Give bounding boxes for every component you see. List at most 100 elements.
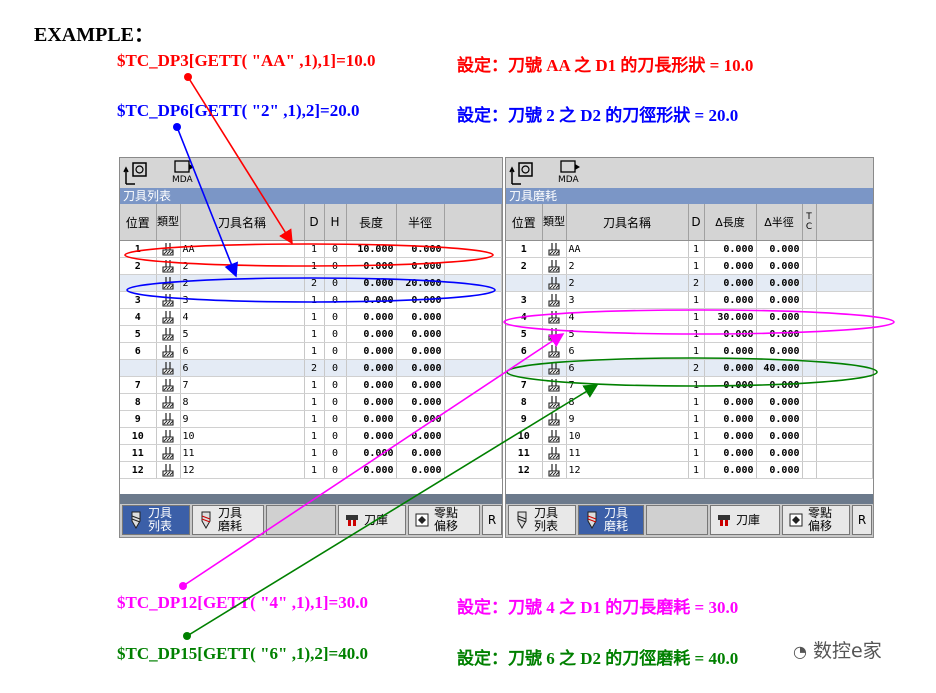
cell-delta-radius[interactable]: 0.000 [756, 257, 803, 275]
softkey-work-offset[interactable]: 零點 偏移 [408, 505, 480, 535]
cell-delta-radius[interactable]: 0.000 [756, 240, 803, 258]
cell-length[interactable]: 0.000 [346, 342, 397, 360]
horizontal-scrollbar[interactable] [506, 494, 873, 504]
table-row[interactable]: 3 3 1 0.000 0.000 [506, 291, 873, 309]
cell-d[interactable]: 2 [304, 359, 325, 377]
table-row[interactable]: 9 9 1 0 0.000 0.000 [120, 410, 502, 428]
cell-h[interactable]: 0 [324, 461, 347, 479]
cell-d[interactable]: 1 [688, 376, 705, 394]
table-row[interactable]: 10 10 1 0.000 0.000 [506, 427, 873, 445]
cell-delta-length[interactable]: 0.000 [704, 325, 757, 343]
cell-length[interactable]: 0.000 [346, 325, 397, 343]
cell-radius[interactable]: 0.000 [396, 240, 445, 258]
cell-h[interactable]: 0 [324, 393, 347, 411]
cell-delta-length[interactable]: 0.000 [704, 427, 757, 445]
table-row[interactable]: 5 5 1 0.000 0.000 [506, 325, 873, 343]
cell-h[interactable]: 0 [324, 291, 347, 309]
cell-d[interactable]: 1 [304, 257, 325, 275]
softkey-tool-wear[interactable]: 刀具 磨耗 [578, 505, 644, 535]
cell-d[interactable]: 2 [688, 274, 705, 292]
table-row[interactable]: 7 7 1 0 0.000 0.000 [120, 376, 502, 394]
cell-d[interactable]: 1 [688, 342, 705, 360]
table-row[interactable]: 6 6 1 0.000 0.000 [506, 342, 873, 360]
cell-d[interactable]: 1 [688, 427, 705, 445]
horizontal-scrollbar[interactable] [120, 494, 502, 504]
cell-length[interactable]: 10.000 [346, 240, 397, 258]
cell-delta-length[interactable]: 0.000 [704, 257, 757, 275]
cell-delta-length[interactable]: 30.000 [704, 308, 757, 326]
softkey-r[interactable]: R [852, 505, 872, 535]
cell-radius[interactable]: 0.000 [396, 410, 445, 428]
table-row[interactable]: 11 11 1 0.000 0.000 [506, 444, 873, 462]
cell-h[interactable]: 0 [324, 274, 347, 292]
cell-d[interactable]: 1 [304, 393, 325, 411]
cell-length[interactable]: 0.000 [346, 376, 397, 394]
cell-radius[interactable]: 0.000 [396, 291, 445, 309]
softkey-tool-list[interactable]: 刀具 列表 [122, 505, 190, 535]
cell-delta-radius[interactable]: 0.000 [756, 461, 803, 479]
cell-d[interactable]: 1 [304, 308, 325, 326]
cell-h[interactable]: 0 [324, 308, 347, 326]
cell-radius[interactable]: 0.000 [396, 257, 445, 275]
cell-d[interactable]: 1 [688, 308, 705, 326]
table-row[interactable]: 6 2 0.000 40.000 [506, 359, 873, 377]
cell-h[interactable]: 0 [324, 427, 347, 445]
cell-h[interactable]: 0 [324, 359, 347, 377]
cell-h[interactable]: 0 [324, 410, 347, 428]
softkey-empty[interactable] [266, 505, 336, 535]
table-row[interactable]: 12 12 1 0.000 0.000 [506, 461, 873, 479]
cell-length[interactable]: 0.000 [346, 308, 397, 326]
softkey-magazine[interactable]: 刀庫 [710, 505, 780, 535]
table-row[interactable]: 4 4 1 30.000 0.000 [506, 308, 873, 326]
cell-delta-radius[interactable]: 0.000 [756, 308, 803, 326]
table-row[interactable]: 1 AA 1 0.000 0.000 [506, 240, 873, 258]
table-row[interactable]: 10 10 1 0 0.000 0.000 [120, 427, 502, 445]
cell-d[interactable]: 1 [304, 325, 325, 343]
table-row[interactable]: 6 2 0 0.000 0.000 [120, 359, 502, 377]
table-row[interactable]: 2 2 1 0.000 0.000 [506, 257, 873, 275]
cell-radius[interactable]: 0.000 [396, 461, 445, 479]
cell-delta-length[interactable]: 0.000 [704, 359, 757, 377]
cell-delta-radius[interactable]: 0.000 [756, 274, 803, 292]
table-row[interactable]: 9 9 1 0.000 0.000 [506, 410, 873, 428]
cell-delta-length[interactable]: 0.000 [704, 376, 757, 394]
cell-h[interactable]: 0 [324, 240, 347, 258]
cell-d[interactable]: 1 [688, 257, 705, 275]
table-row[interactable]: 2 2 0.000 0.000 [506, 274, 873, 292]
cell-delta-length[interactable]: 0.000 [704, 444, 757, 462]
cell-delta-radius[interactable]: 40.000 [756, 359, 803, 377]
cell-h[interactable]: 0 [324, 257, 347, 275]
cell-length[interactable]: 0.000 [346, 274, 397, 292]
cell-length[interactable]: 0.000 [346, 291, 397, 309]
cell-d[interactable]: 1 [304, 240, 325, 258]
cell-delta-length[interactable]: 0.000 [704, 410, 757, 428]
cell-length[interactable]: 0.000 [346, 359, 397, 377]
cell-d[interactable]: 2 [688, 359, 705, 377]
cell-delta-length[interactable]: 0.000 [704, 291, 757, 309]
cell-d[interactable]: 1 [304, 376, 325, 394]
table-row[interactable]: 4 4 1 0 0.000 0.000 [120, 308, 502, 326]
cell-d[interactable]: 1 [304, 461, 325, 479]
softkey-empty[interactable] [646, 505, 708, 535]
cell-d[interactable]: 1 [304, 342, 325, 360]
softkey-work-offset[interactable]: 零點 偏移 [782, 505, 850, 535]
cell-d[interactable]: 1 [688, 410, 705, 428]
cell-delta-length[interactable]: 0.000 [704, 393, 757, 411]
cell-radius[interactable]: 0.000 [396, 427, 445, 445]
cell-h[interactable]: 0 [324, 342, 347, 360]
cell-d[interactable]: 1 [304, 427, 325, 445]
table-row[interactable]: 1 AA 1 0 10.000 0.000 [120, 240, 502, 258]
cell-length[interactable]: 0.000 [346, 461, 397, 479]
cell-radius[interactable]: 0.000 [396, 376, 445, 394]
machine-axis-icon[interactable] [509, 160, 535, 186]
cell-radius[interactable]: 0.000 [396, 393, 445, 411]
softkey-tool-wear[interactable]: 刀具 磨耗 [192, 505, 264, 535]
softkey-tool-list[interactable]: 刀具 列表 [508, 505, 576, 535]
table-row[interactable]: 3 3 1 0 0.000 0.000 [120, 291, 502, 309]
table-row[interactable]: 5 5 1 0 0.000 0.000 [120, 325, 502, 343]
cell-length[interactable]: 0.000 [346, 410, 397, 428]
cell-delta-radius[interactable]: 0.000 [756, 291, 803, 309]
cell-length[interactable]: 0.000 [346, 393, 397, 411]
cell-radius[interactable]: 0.000 [396, 342, 445, 360]
cell-d[interactable]: 1 [688, 461, 705, 479]
